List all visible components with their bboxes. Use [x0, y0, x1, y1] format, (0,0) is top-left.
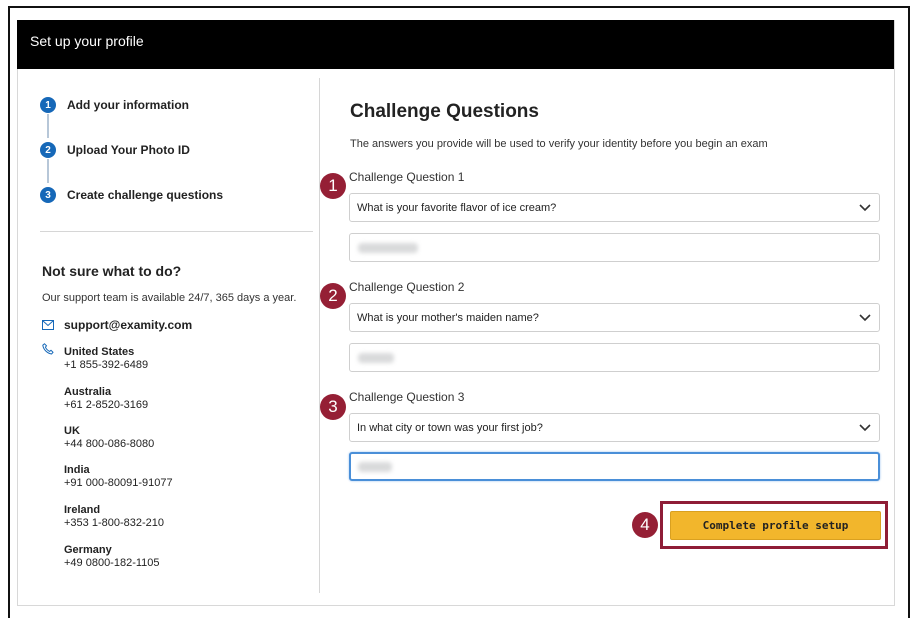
- step-label: Create challenge questions: [67, 188, 224, 202]
- country-phone: +1 855-392-6489: [64, 359, 149, 371]
- step-add-information[interactable]: 1 Add your information: [40, 97, 189, 113]
- step-upload-photo-id[interactable]: 2 Upload Your Photo ID: [40, 142, 190, 158]
- country-name: Ireland: [64, 504, 101, 516]
- step-marker-1: 1: [320, 173, 346, 199]
- answer-1-input[interactable]: [349, 233, 880, 262]
- chevron-down-icon: [859, 423, 871, 435]
- column-divider: [319, 78, 320, 593]
- section-description: The answers you provide will be used to …: [350, 138, 768, 150]
- question-2-label: Challenge Question 2: [349, 280, 465, 294]
- phone-icon: [42, 343, 54, 355]
- answer-3-input[interactable]: [349, 452, 880, 481]
- help-subtitle: Our support team is available 24/7, 365 …: [42, 292, 297, 304]
- chevron-down-icon: [859, 203, 871, 215]
- step-create-challenge-questions[interactable]: 3 Create challenge questions: [40, 187, 223, 203]
- question-2-select[interactable]: What is your mother's maiden name?: [349, 303, 880, 332]
- step-number: 3: [40, 187, 56, 203]
- step-label: Add your information: [67, 98, 189, 112]
- page-title: Set up your profile: [30, 33, 144, 49]
- country-name: United States: [64, 346, 135, 358]
- country-us: United States +1 855-392-6489: [64, 346, 148, 372]
- complete-profile-setup-button[interactable]: Complete profile setup: [670, 511, 881, 540]
- country-name: UK: [64, 425, 80, 437]
- country-ireland: Ireland +353 1-800-832-210: [64, 504, 164, 530]
- step-marker-4: 4: [632, 512, 658, 538]
- selected-value: What is your mother's maiden name?: [357, 312, 539, 324]
- country-phone: +353 1-800-832-210: [64, 517, 164, 529]
- chevron-down-icon: [859, 313, 871, 325]
- step-label: Upload Your Photo ID: [67, 143, 190, 157]
- country-uk: UK +44 800-086-8080: [64, 425, 154, 451]
- country-phone: +49 0800-182-1105: [64, 557, 160, 569]
- step-marker-3: 3: [320, 394, 346, 420]
- selected-value: In what city or town was your first job?: [357, 422, 543, 434]
- page-header: Set up your profile: [17, 20, 894, 69]
- country-australia: Australia +61 2-8520-3169: [64, 386, 148, 412]
- country-phone: +91 000-80091-91077: [64, 477, 173, 489]
- step-marker-2: 2: [320, 283, 346, 309]
- question-1-select[interactable]: What is your favorite flavor of ice crea…: [349, 193, 880, 222]
- question-1-label: Challenge Question 1: [349, 170, 465, 184]
- step-number: 2: [40, 142, 56, 158]
- step-connector: [47, 114, 49, 138]
- country-name: Germany: [64, 544, 112, 556]
- step-number: 1: [40, 97, 56, 113]
- country-name: India: [64, 464, 90, 476]
- answer-2-input[interactable]: [349, 343, 880, 372]
- question-3-label: Challenge Question 3: [349, 390, 465, 404]
- envelope-icon: [42, 320, 54, 330]
- redacted-answer: [358, 243, 418, 253]
- step-connector: [47, 159, 49, 183]
- support-email: support@examity.com: [64, 318, 193, 332]
- country-phone: +44 800-086-8080: [64, 438, 155, 450]
- country-name: Australia: [64, 386, 112, 398]
- help-title: Not sure what to do?: [42, 263, 182, 279]
- country-india: India +91 000-80091-91077: [64, 464, 173, 490]
- redacted-answer: [358, 462, 392, 472]
- left-divider: [40, 231, 313, 232]
- country-germany: Germany +49 0800-182-1105: [64, 544, 160, 570]
- selected-value: What is your favorite flavor of ice crea…: [357, 202, 557, 214]
- redacted-answer: [358, 353, 394, 363]
- section-title: Challenge Questions: [350, 101, 539, 122]
- question-3-select[interactable]: In what city or town was your first job?: [349, 413, 880, 442]
- support-email-link[interactable]: support@examity.com: [42, 318, 192, 332]
- country-phone: +61 2-8520-3169: [64, 399, 149, 411]
